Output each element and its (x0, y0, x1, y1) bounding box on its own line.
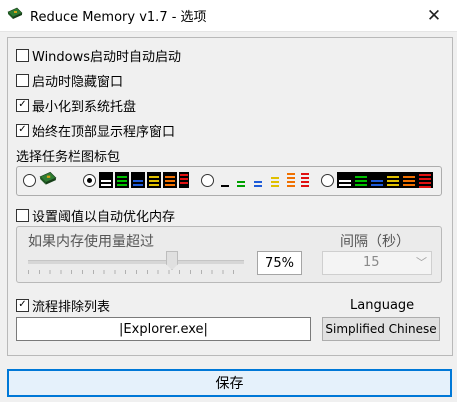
exclusion-list-input[interactable]: |Explorer.exe| (16, 317, 311, 341)
start-with-windows-option[interactable]: Windows启动时自动启动 (16, 46, 182, 65)
close-icon: ✕ (426, 5, 442, 26)
interval-label: 间隔（秒） (340, 234, 410, 250)
interval-select[interactable]: 15 ﹀ (322, 251, 432, 275)
checkbox-hide-window[interactable] (16, 73, 29, 87)
chevron-down-icon: ﹀ (416, 256, 427, 269)
tray-icon-group (16, 166, 442, 196)
checkbox-start-with-windows[interactable] (16, 48, 29, 62)
checkbox-always-on-top[interactable]: ✓ (16, 123, 29, 137)
checkbox-auto-optimize[interactable] (16, 208, 29, 222)
checkbox-exclusion-list[interactable]: ✓ (16, 298, 29, 312)
tray-icon-heading: 选择任务栏图标包 (16, 146, 121, 165)
language-button[interactable]: Simplified Chinese (322, 317, 440, 341)
language-label: Language (350, 298, 415, 313)
radio-selected-dot (87, 178, 92, 183)
minimize-to-tray-option[interactable]: ✓ 最小化到系统托盘 (16, 96, 137, 115)
start-with-windows-label: Windows启动时自动启动 (32, 49, 182, 65)
always-on-top-label: 始终在顶部显示程序窗口 (32, 124, 176, 140)
memory-chip-icon (39, 171, 57, 185)
exclusion-list-option[interactable]: ✓ 流程排除列表 (16, 296, 111, 315)
window-title: Reduce Memory v1.7 - 选项 (30, 10, 207, 25)
radio-tray-icon-1[interactable] (23, 174, 36, 187)
hide-window-label: 启动时隐藏窗口 (32, 74, 124, 90)
radio-tray-icon-4[interactable] (321, 174, 334, 187)
colored-bars-icon (99, 172, 189, 188)
checkmark-icon: ✓ (18, 299, 27, 310)
title-bar: Reduce Memory v1.7 - 选项 ✕ (0, 0, 457, 32)
memory-chip-icon (7, 7, 23, 19)
auto-optimize-label: 设置阈值以自动优化内存 (32, 209, 176, 225)
exclusion-list-label: 流程排除列表 (32, 299, 111, 315)
radio-tray-icon-2[interactable] (83, 174, 96, 187)
usage-percent-display: 75% (257, 251, 302, 275)
small-bars-icon (221, 173, 309, 187)
auto-optimize-option[interactable]: 设置阈值以自动优化内存 (16, 206, 176, 225)
dark-bars-icon (337, 172, 433, 188)
checkmark-icon: ✓ (18, 124, 27, 135)
hide-window-option[interactable]: 启动时隐藏窗口 (16, 71, 124, 90)
minimize-to-tray-label: 最小化到系统托盘 (32, 99, 137, 115)
checkbox-minimize-to-tray[interactable]: ✓ (16, 98, 29, 112)
interval-value: 15 (363, 255, 380, 270)
close-button[interactable]: ✕ (411, 0, 457, 31)
tray-icon-label: 选择任务栏图标包 (16, 149, 121, 165)
save-button[interactable]: 保存 (7, 369, 452, 397)
radio-tray-icon-3[interactable] (201, 174, 214, 187)
always-on-top-option[interactable]: ✓ 始终在顶部显示程序窗口 (16, 121, 176, 140)
usage-threshold-label: 如果内存使用量超过 (28, 234, 154, 250)
usage-slider-ticks (28, 270, 244, 274)
checkmark-icon: ✓ (18, 99, 27, 110)
usage-slider-track[interactable] (28, 260, 244, 264)
